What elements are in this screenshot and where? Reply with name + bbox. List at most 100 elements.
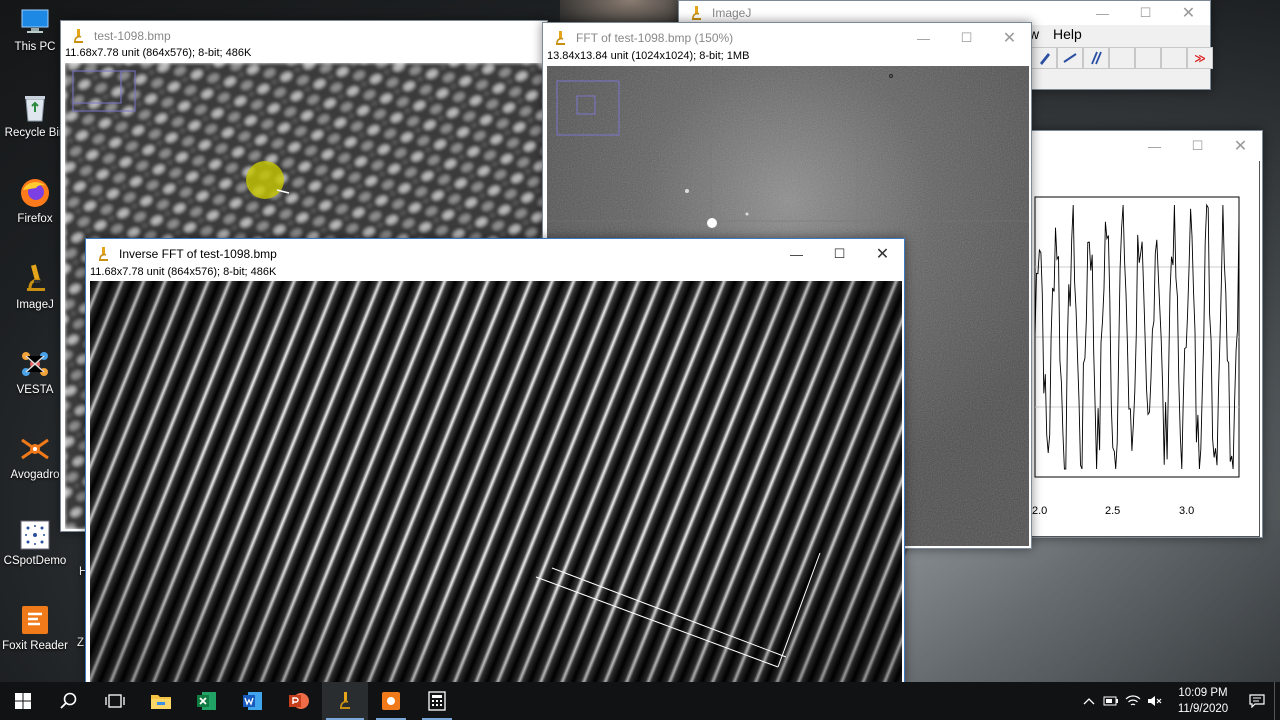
folder-icon bbox=[151, 695, 171, 709]
cspot-icon bbox=[20, 520, 50, 550]
tool-line[interactable] bbox=[1057, 47, 1083, 69]
tool-pencil[interactable] bbox=[1031, 47, 1057, 69]
show-hidden-icons-button[interactable] bbox=[1078, 682, 1100, 720]
start-button[interactable] bbox=[0, 682, 46, 720]
taskbar-vesta-app[interactable] bbox=[368, 682, 414, 720]
notification-icon bbox=[1249, 694, 1265, 708]
microscope-icon bbox=[340, 692, 350, 709]
tool-buttons: ≫ bbox=[1031, 47, 1213, 69]
pencil-icon bbox=[1040, 53, 1050, 65]
desktop-icon-label: Firefox bbox=[17, 213, 53, 225]
image-info: 13.84x13.84 unit (1024x1024); 8-bit; 1MB bbox=[547, 50, 750, 62]
maximize-button[interactable]: ☐ bbox=[1124, 1, 1167, 25]
close-button[interactable]: ✕ bbox=[1219, 131, 1262, 161]
calculator-icon bbox=[428, 691, 446, 711]
taskbar-file-explorer[interactable] bbox=[138, 682, 184, 720]
inverse-fft-fringes bbox=[90, 281, 902, 683]
desktop-icon-label: VESTA bbox=[16, 384, 54, 396]
tool-empty-1[interactable] bbox=[1109, 47, 1135, 69]
clock-date: 11/9/2020 bbox=[1177, 703, 1229, 715]
tool-empty-3[interactable] bbox=[1161, 47, 1187, 69]
close-button[interactable]: ✕ bbox=[1167, 1, 1210, 25]
taskbar-calculator[interactable] bbox=[414, 682, 460, 720]
line-tool-icon bbox=[1063, 53, 1077, 63]
more-tools-button[interactable]: ≫ bbox=[1187, 47, 1213, 69]
x-tick-label: 3.0 bbox=[1179, 505, 1195, 517]
desktop-icon-label: This PC bbox=[14, 41, 56, 53]
desktop-icon-label: ImageJ bbox=[16, 299, 54, 311]
volume-muted-icon bbox=[1148, 696, 1162, 706]
window-title: ImageJ bbox=[712, 6, 752, 20]
action-center-button[interactable] bbox=[1240, 682, 1274, 720]
taskbar-excel[interactable] bbox=[184, 682, 230, 720]
cursor-highlight bbox=[246, 161, 284, 199]
window-title: Inverse FFT of test-1098.bmp bbox=[119, 247, 277, 261]
desktop-icon-label: Recycle Bin bbox=[4, 127, 66, 139]
task-view-button[interactable] bbox=[92, 682, 138, 720]
app-icon bbox=[382, 692, 400, 710]
desktop-icon-foxit-reader[interactable]: Foxit Reader bbox=[0, 603, 70, 683]
network-button[interactable] bbox=[1122, 682, 1144, 720]
image-window-inverse-fft[interactable]: Inverse FFT of test-1098.bmp — ☐ ✕ 11.68… bbox=[85, 238, 905, 684]
image-info: 11.68x7.78 unit (864x576); 8-bit; 486K bbox=[90, 266, 277, 278]
profile-plot bbox=[1034, 196, 1240, 478]
partial-desktop-label: Z bbox=[77, 637, 85, 649]
maximize-button[interactable]: ☐ bbox=[945, 23, 988, 53]
firefox-icon bbox=[21, 179, 49, 207]
minimize-button[interactable]: — bbox=[1081, 1, 1124, 25]
microscope-icon bbox=[692, 6, 701, 20]
desktop-icon-label: CSpotDemo bbox=[3, 555, 67, 567]
word-icon bbox=[243, 692, 262, 710]
taskbar: 10:09 PM 11/9/2020 bbox=[0, 682, 1280, 720]
taskbar-word[interactable] bbox=[230, 682, 276, 720]
maximize-button[interactable]: ☐ bbox=[818, 239, 861, 269]
minimize-button[interactable]: — bbox=[775, 239, 818, 269]
taskbar-imagej[interactable] bbox=[322, 682, 368, 720]
task-view-icon bbox=[105, 694, 125, 708]
desktop-icon-label: Foxit Reader bbox=[2, 640, 68, 652]
window-title: FFT of test-1098.bmp (150%) bbox=[576, 31, 734, 45]
fft-roi-point bbox=[707, 218, 717, 228]
excel-icon bbox=[197, 692, 216, 710]
x-tick-label: 2.5 bbox=[1105, 505, 1121, 517]
menu-item-help[interactable]: Help bbox=[1053, 26, 1082, 42]
plot-titlebar[interactable]: — ☐ ✕ bbox=[1028, 131, 1262, 161]
close-button[interactable]: ✕ bbox=[861, 239, 904, 269]
image-canvas-inverse-fft[interactable] bbox=[90, 281, 902, 683]
battery-button[interactable] bbox=[1100, 682, 1122, 720]
microscope-icon bbox=[74, 29, 83, 43]
close-button[interactable]: ✕ bbox=[988, 23, 1031, 53]
desktop-icon-label: Avogadro bbox=[10, 469, 60, 481]
avogadro-icon bbox=[21, 438, 49, 460]
system-tray: 10:09 PM 11/9/2020 bbox=[1078, 682, 1280, 720]
search-button[interactable] bbox=[46, 682, 92, 720]
windows-logo-icon bbox=[15, 693, 31, 709]
volume-button[interactable] bbox=[1144, 682, 1166, 720]
tool-brush[interactable] bbox=[1083, 47, 1109, 69]
taskbar-powerpoint[interactable] bbox=[276, 682, 322, 720]
powerpoint-icon bbox=[289, 693, 309, 709]
search-icon bbox=[60, 692, 77, 709]
recycle-bin-icon bbox=[25, 96, 45, 122]
image-info: 11.68x7.78 unit (864x576); 8-bit; 486K bbox=[65, 47, 252, 59]
plot-window[interactable]: — ☐ ✕ 2.0 2.5 3.0 bbox=[1027, 130, 1263, 538]
network-icon bbox=[1125, 695, 1141, 706]
clock-time: 10:09 PM bbox=[1178, 687, 1228, 699]
chevron-up-icon bbox=[1083, 698, 1095, 705]
computer-icon bbox=[21, 9, 49, 33]
microscope-icon bbox=[99, 247, 108, 261]
vesta-icon bbox=[22, 352, 48, 376]
maximize-button[interactable]: ☐ bbox=[1176, 131, 1219, 161]
minimize-button[interactable]: — bbox=[1133, 131, 1176, 161]
minimize-button[interactable]: — bbox=[902, 23, 945, 53]
inverse-titlebar[interactable]: Inverse FFT of test-1098.bmp — ☐ ✕ bbox=[86, 239, 904, 269]
fft-titlebar[interactable]: FFT of test-1098.bmp (150%) — ☐ ✕ bbox=[543, 23, 1031, 53]
clock[interactable]: 10:09 PM 11/9/2020 bbox=[1166, 685, 1240, 717]
tool-empty-2[interactable] bbox=[1135, 47, 1161, 69]
battery-icon bbox=[1103, 696, 1118, 706]
foxit-icon bbox=[22, 606, 48, 634]
brush-icon bbox=[1091, 51, 1102, 65]
microscope-icon bbox=[27, 264, 45, 291]
microscope-icon bbox=[556, 31, 565, 45]
window-title: test-1098.bmp bbox=[94, 29, 171, 43]
